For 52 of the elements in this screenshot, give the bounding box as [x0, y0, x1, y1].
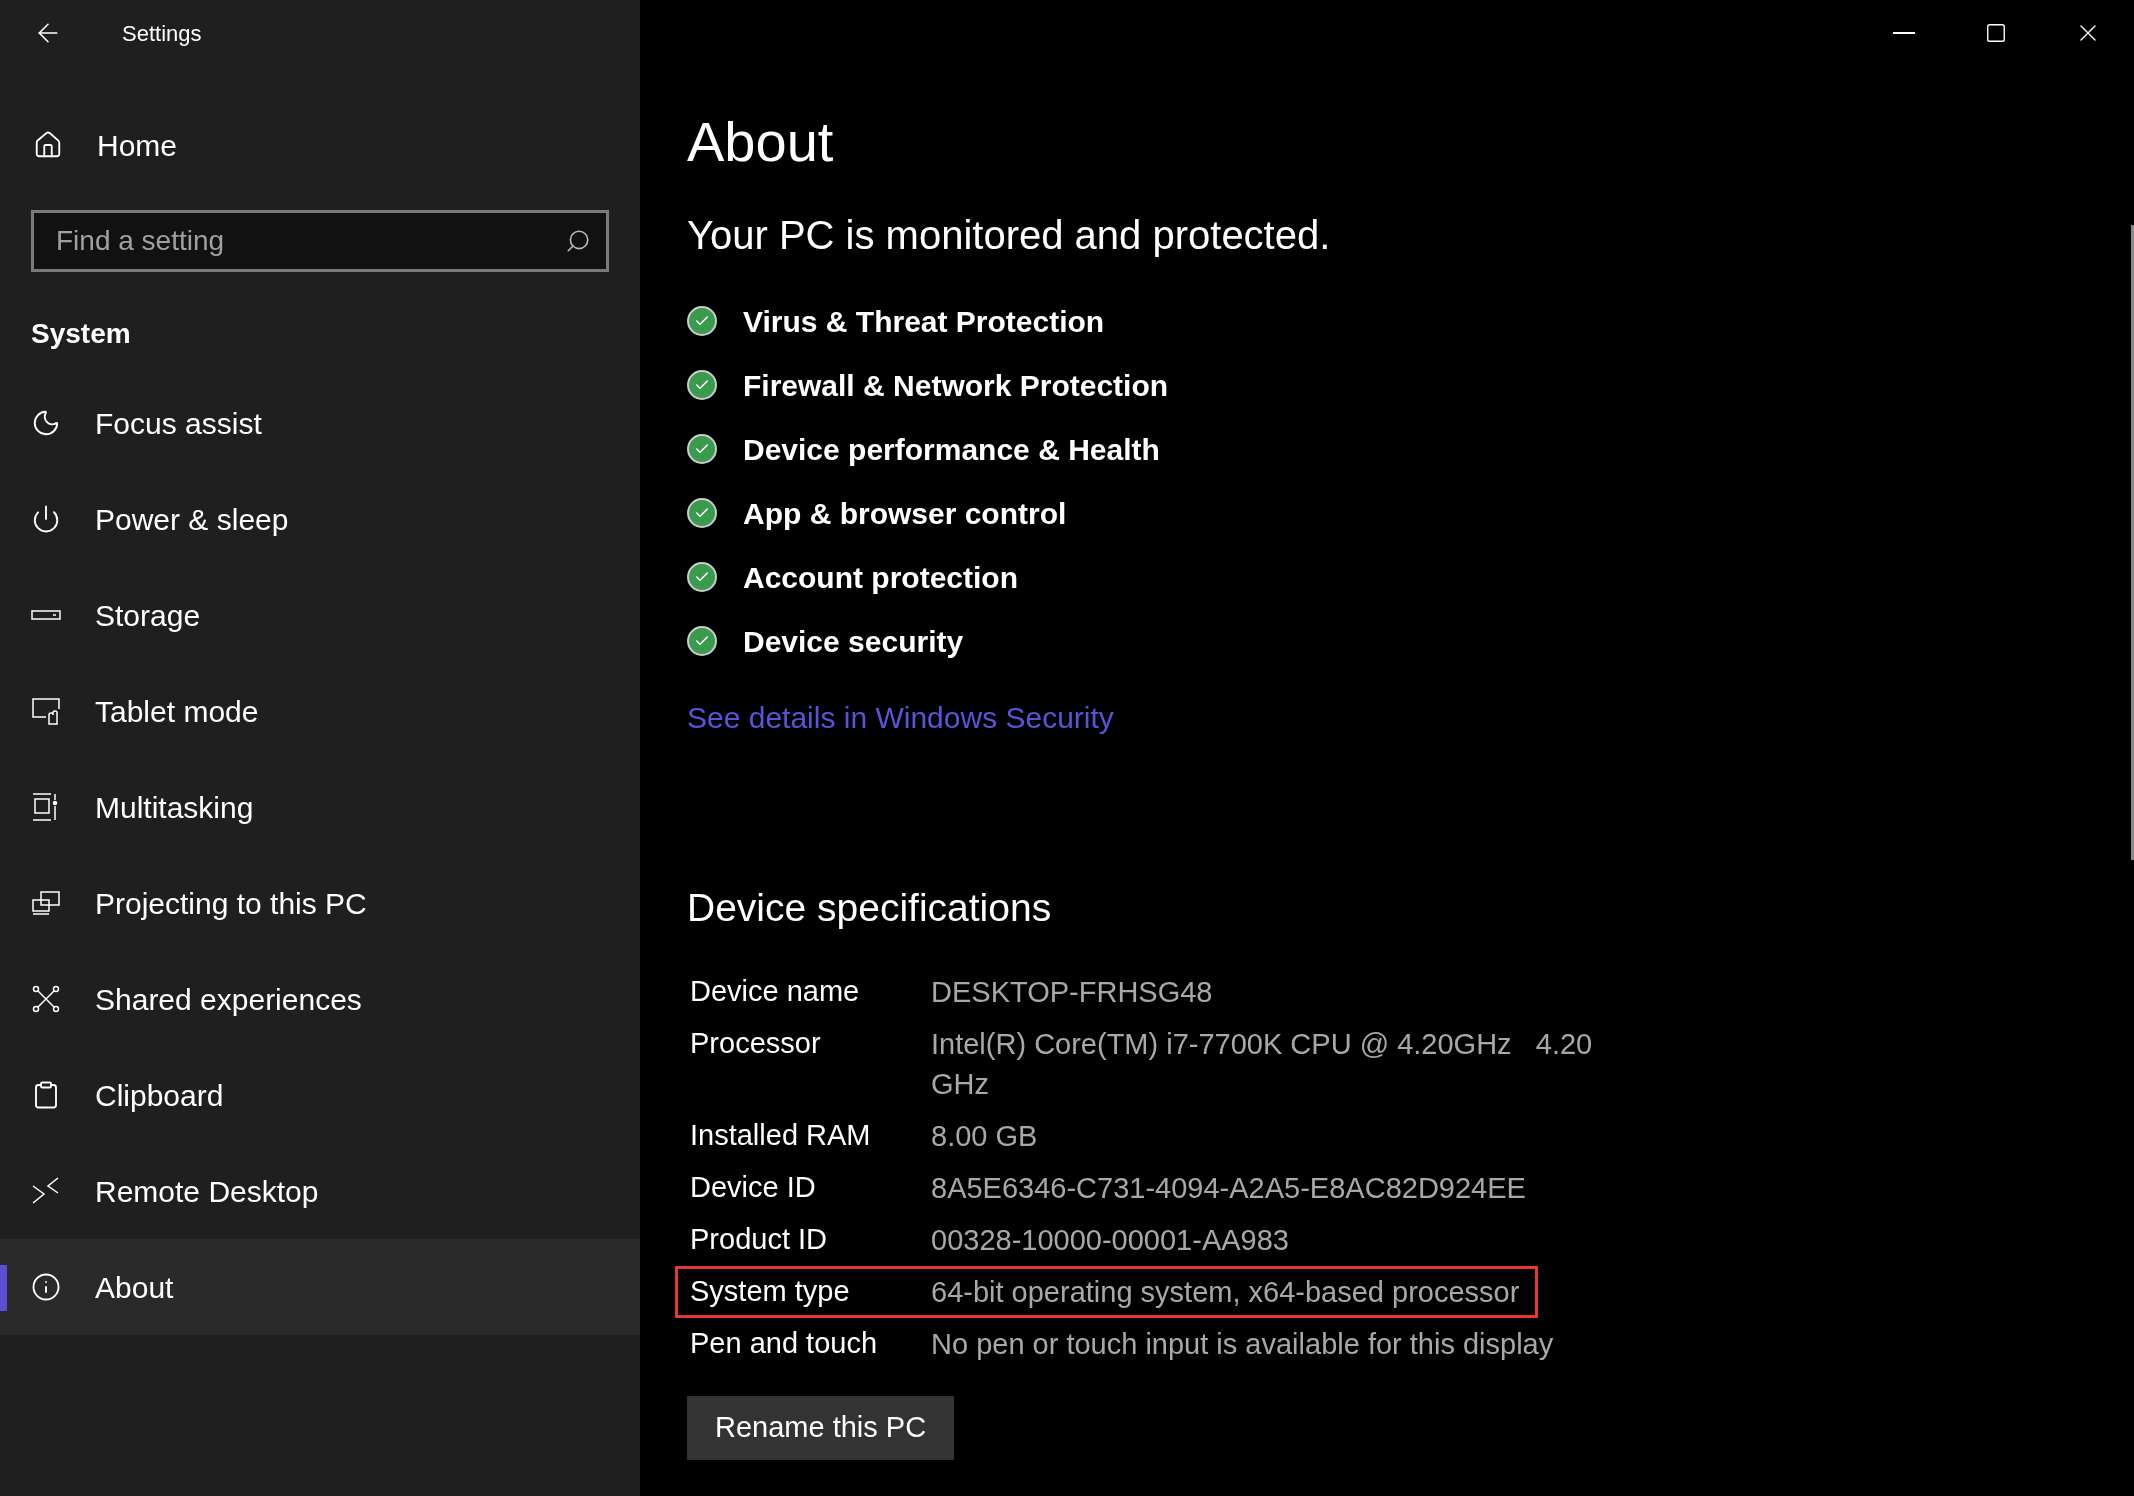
page-title: About — [687, 110, 835, 174]
protection-label: Virus & Threat Protection — [743, 303, 1105, 340]
nav-item[interactable]: Multitasking — [0, 759, 640, 855]
nav-item[interactable]: Clipboard — [0, 1047, 640, 1143]
remote-icon — [31, 1176, 61, 1206]
power-icon — [31, 504, 61, 534]
spec-label: Device name — [690, 974, 861, 1009]
protection-label: App & browser control — [743, 495, 1067, 532]
spec-value: DESKTOP-FRHSG48 — [931, 975, 1213, 1010]
protection-label: Firewall & Network Protection — [743, 367, 1169, 404]
projector-icon — [31, 888, 61, 918]
spec-label: Pen and touch — [690, 1326, 879, 1361]
home-item[interactable]: Home — [0, 112, 640, 178]
nav-item[interactable]: Storage — [0, 567, 640, 663]
spec-value: 00328-10000-00001-AA983 — [931, 1223, 1289, 1258]
section-heading: System — [31, 317, 132, 351]
tablet-icon — [31, 696, 61, 726]
window-title: Settings — [122, 19, 202, 48]
nav-item[interactable]: Power & sleep — [0, 471, 640, 567]
spec-label: Installed RAM — [690, 1118, 872, 1153]
rename-button[interactable]: Rename this PC — [687, 1396, 955, 1460]
spec-label: Product ID — [690, 1222, 828, 1257]
spec-value: 8.00 GB — [931, 1119, 1038, 1154]
nav-item[interactable]: About — [0, 1239, 640, 1335]
nav-item[interactable]: Remote Desktop — [0, 1143, 640, 1239]
minimize-icon — [1893, 32, 1915, 34]
security-link[interactable]: See details in Windows Security — [687, 695, 1114, 740]
selection-indicator — [0, 1265, 7, 1311]
nav-item[interactable]: Shared experiences — [0, 951, 640, 1047]
search-field[interactable]: Find a setting — [31, 210, 609, 272]
maximize-icon — [1985, 22, 2007, 44]
nav-item[interactable]: Projecting to this PC — [0, 855, 640, 951]
nav-item[interactable]: Tablet mode — [0, 663, 640, 759]
spec-value: 8A5E6346-C731-4094-A2A5-E8AC82D924EE — [931, 1171, 1526, 1206]
spec-value: Intel(R) Core(TM) i7-7700K CPU @ 4.20GHz 4.20 GHz — [931, 1027, 1594, 1102]
spec-value: 64-bit operating system, x64-based processor — [931, 1275, 1520, 1310]
moon-icon — [31, 408, 61, 438]
nav-item[interactable]: Focus assist — [0, 375, 640, 471]
info-icon — [31, 1272, 61, 1302]
spec-label: Processor — [690, 1026, 822, 1061]
search-icon — [565, 228, 591, 254]
status-heading: Your PC is monitored and protected. — [687, 212, 1332, 259]
spec-value: No pen or touch input is available for this display — [931, 1327, 1554, 1362]
section-heading: Device specifications — [687, 885, 1053, 931]
protection-label: Device performance & Health — [743, 431, 1160, 468]
protection-label: Account protection — [743, 559, 1018, 596]
spec-label: System type — [690, 1274, 851, 1309]
scrollbar[interactable] — [2131, 225, 2134, 860]
spec-label: Device ID — [690, 1170, 817, 1205]
home-icon — [33, 130, 63, 160]
network-icon — [31, 984, 61, 1014]
protection-label: Device security — [743, 623, 964, 660]
